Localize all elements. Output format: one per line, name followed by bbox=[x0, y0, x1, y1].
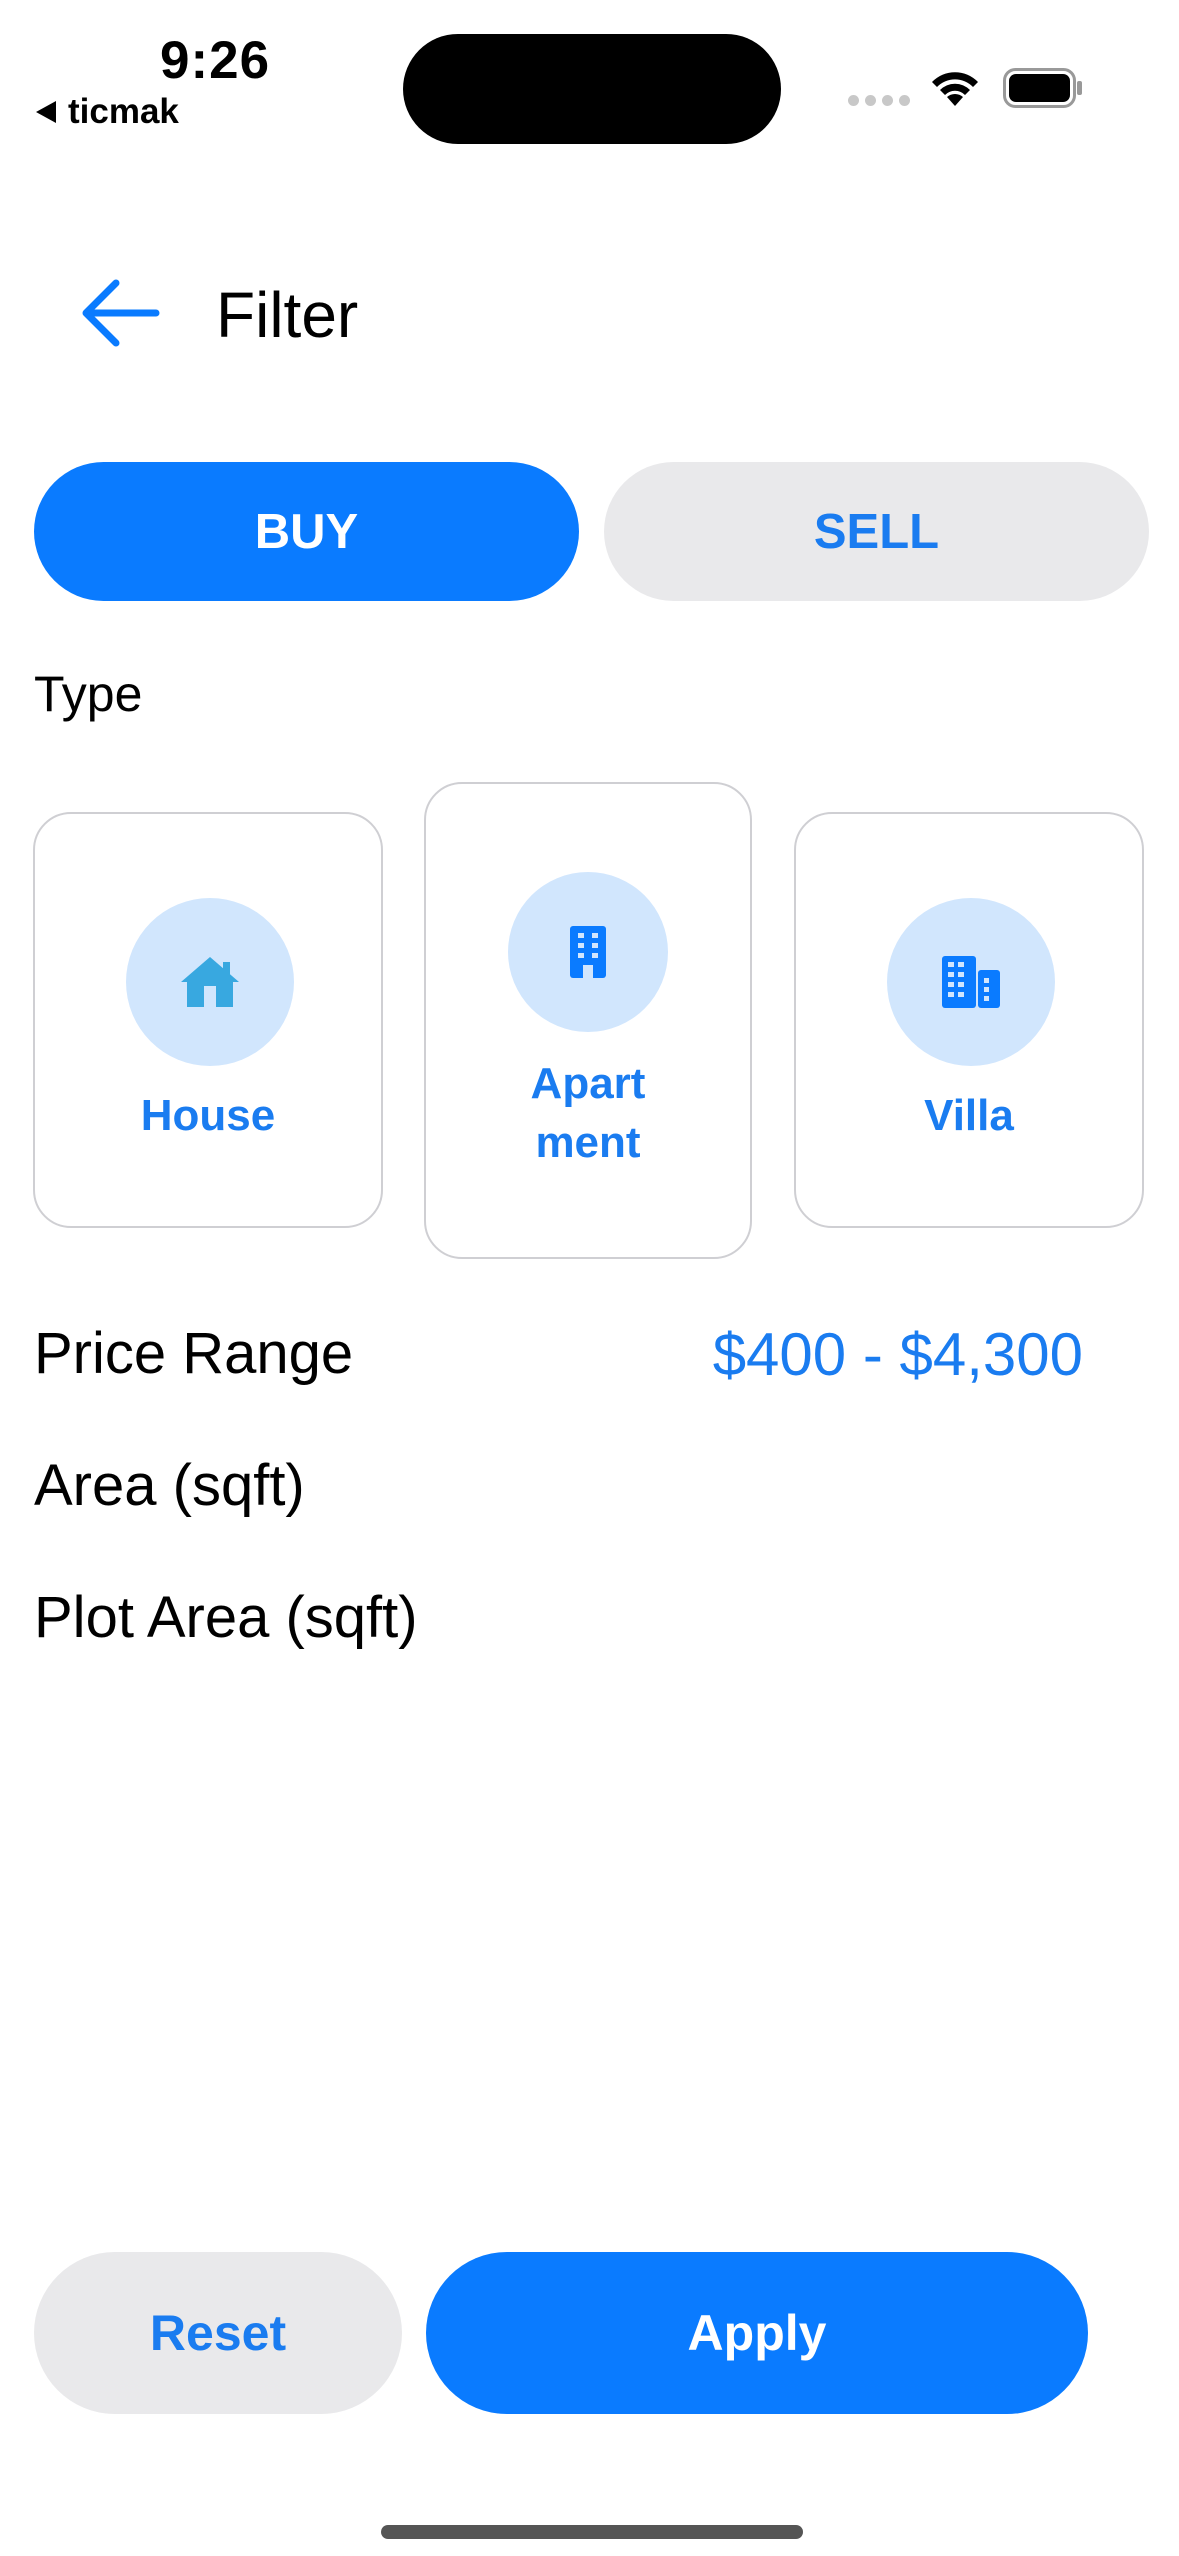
dynamic-island bbox=[403, 34, 781, 144]
apartment-label-line: Apart bbox=[530, 1059, 646, 1108]
villa-buildings-icon bbox=[942, 956, 1000, 1008]
price-range-value: $400 - $4,300 bbox=[712, 1321, 1083, 1388]
page-title: Filter bbox=[216, 279, 359, 351]
type-card-house[interactable]: House bbox=[33, 812, 383, 1228]
house-icon bbox=[181, 957, 239, 1007]
back-app-label: ticmak bbox=[68, 92, 179, 131]
price-range-label: Price Range bbox=[34, 1321, 354, 1386]
villa-icon-badge bbox=[887, 898, 1055, 1066]
type-card-apartment[interactable]: Apart ment bbox=[424, 782, 752, 1259]
buy-segment-button[interactable]: BUY bbox=[34, 462, 579, 601]
wifi-icon bbox=[932, 72, 978, 106]
apartment-building-icon bbox=[570, 926, 606, 978]
area-label: Area (sqft) bbox=[34, 1453, 305, 1518]
type-card-house-label: House bbox=[140, 1091, 276, 1140]
back-to-app-link[interactable]: ticmak bbox=[36, 92, 179, 132]
reset-button[interactable]: Reset bbox=[34, 2252, 402, 2414]
apartment-label-line: ment bbox=[535, 1118, 641, 1167]
sell-segment-button[interactable]: SELL bbox=[604, 462, 1149, 601]
home-indicator[interactable] bbox=[381, 2525, 803, 2539]
type-section-label: Type bbox=[34, 666, 143, 722]
apply-button[interactable]: Apply bbox=[426, 2252, 1088, 2414]
battery-icon bbox=[1003, 68, 1082, 108]
plot-area-label: Plot Area (sqft) bbox=[34, 1585, 418, 1650]
type-card-villa-label: Villa bbox=[924, 1091, 1014, 1140]
cellular-signal-icon bbox=[848, 95, 910, 106]
apartment-icon-badge bbox=[508, 872, 668, 1032]
back-arrow-icon[interactable] bbox=[78, 278, 160, 348]
back-triangle-icon bbox=[36, 101, 56, 123]
type-card-villa[interactable]: Villa bbox=[794, 812, 1144, 1228]
house-icon-badge bbox=[126, 898, 294, 1066]
status-time: 9:26 bbox=[160, 31, 271, 90]
type-card-apartment-label: Apart ment bbox=[426, 1054, 750, 1172]
